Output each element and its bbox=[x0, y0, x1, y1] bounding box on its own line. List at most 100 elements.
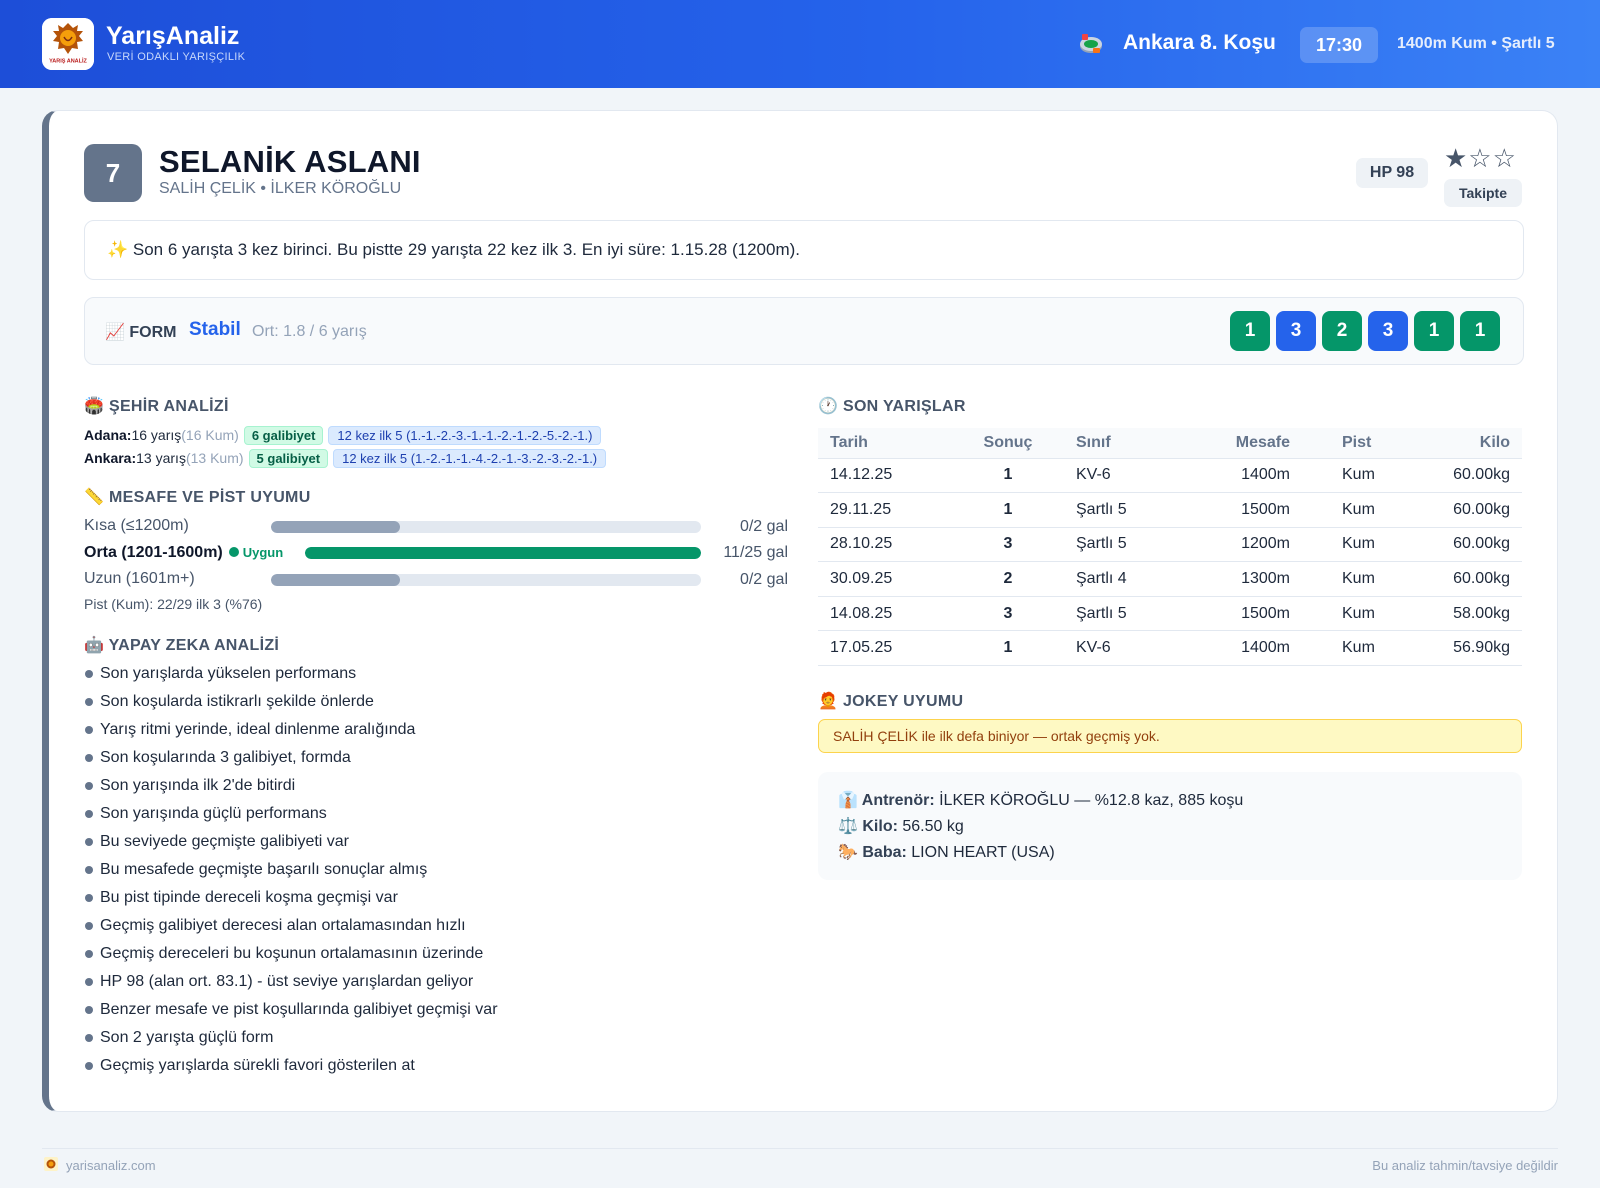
table-row[interactable]: 28.10.25 3 Şartlı 5 1200m Kum 60.00kg bbox=[818, 527, 1522, 563]
form-result-pill: 2 bbox=[1322, 311, 1362, 351]
race-weight-cell: 60.00kg bbox=[1406, 527, 1522, 563]
lion-small-icon bbox=[44, 1157, 58, 1171]
race-pist-cell: Kum bbox=[1306, 630, 1406, 667]
brand-logo[interactable]: YARIŞ ANALİZ bbox=[42, 18, 94, 70]
race-weight-cell: 60.00kg bbox=[1406, 561, 1522, 597]
city-top5-tag: 12 kez ilk 5 (1.-1.-2.-3.-1.-1.-2.-1.-2.… bbox=[328, 425, 602, 445]
form-panel: 📈 FORM Stabil Ort: 1.8 / 6 yarış 132311 bbox=[84, 297, 1524, 365]
ai-analysis-item: Bu pist tipinde dereceli koşma geçmişi v… bbox=[84, 888, 498, 916]
ai-analysis-item: Son koşularında 3 galibiyet, formda bbox=[84, 748, 498, 776]
table-row[interactable]: 30.09.25 2 Şartlı 4 1300m Kum 60.00kg bbox=[818, 561, 1522, 597]
race-date-cell: 17.05.25 bbox=[818, 630, 958, 667]
race-date-cell: 14.12.25 bbox=[818, 458, 958, 494]
race-date-cell: 29.11.25 bbox=[818, 492, 958, 528]
horse-summary: ✨ Son 6 yarışta 3 kez birinci. Bu pistte… bbox=[84, 220, 1524, 280]
footer-divider bbox=[42, 1148, 1558, 1149]
table-row[interactable]: 14.08.25 3 Şartlı 5 1500m Kum 58.00kg bbox=[818, 596, 1522, 632]
race-weight-cell: 60.00kg bbox=[1406, 492, 1522, 528]
footer-site-link[interactable]: yarisanaliz.com bbox=[66, 1158, 156, 1173]
col-weight[interactable]: Kilo bbox=[1406, 428, 1522, 459]
city-row: Ankara: 13 yarış (13 Kum) 5 galibiyet 12… bbox=[84, 447, 607, 469]
race-class-cell: Şartlı 4 bbox=[1058, 561, 1188, 597]
race-result-cell: 1 bbox=[958, 458, 1058, 494]
race-distance-cell: 1200m bbox=[1188, 527, 1306, 563]
rating-stars[interactable]: ★☆☆ bbox=[1444, 143, 1517, 173]
weight-label: ⚖️ Kilo: bbox=[838, 818, 898, 835]
brand-subtitle: VERİ ODAKLI YARIŞÇILIK bbox=[107, 51, 246, 63]
distance-bar-mid bbox=[305, 547, 701, 559]
race-weight-cell: 56.90kg bbox=[1406, 630, 1522, 667]
col-date[interactable]: Tarih bbox=[818, 428, 958, 459]
weight-line: ⚖️ Kilo: 56.50 kg bbox=[838, 816, 964, 836]
brand-title[interactable]: YarışAnaliz bbox=[106, 22, 239, 51]
distance-bar-short bbox=[271, 521, 701, 533]
follow-button[interactable]: Takipte bbox=[1444, 179, 1522, 207]
distance-label-text: Orta (1201-1600m) bbox=[84, 544, 223, 561]
trainer-value: İLKER KÖROĞLU — %12.8 kaz, 885 koşu bbox=[934, 792, 1244, 809]
ai-analysis-item: Bu seviyede geçmişte galibiyeti var bbox=[84, 832, 498, 860]
city-wins-tag: 6 galibiyet bbox=[243, 425, 324, 445]
city-races: 16 yarış bbox=[131, 427, 182, 443]
race-result-cell: 1 bbox=[958, 492, 1058, 528]
col-class[interactable]: Sınıf bbox=[1058, 428, 1188, 459]
ai-analysis-item: Geçmiş galibiyet derecesi alan ortalamas… bbox=[84, 916, 498, 944]
race-distance-cell: 1300m bbox=[1188, 561, 1306, 597]
jockey-fit-title: 🧑‍🦰 JOKEY UYUMU bbox=[818, 693, 964, 710]
city-name: Adana: bbox=[84, 427, 132, 443]
ai-analysis-item: Benzer mesafe ve pist koşullarında galib… bbox=[84, 1000, 498, 1028]
race-date-cell: 14.08.25 bbox=[818, 596, 958, 632]
city-name: Ankara: bbox=[84, 450, 137, 466]
city-surface: (13 Kum) bbox=[185, 450, 244, 466]
city-races: 13 yarış bbox=[136, 450, 186, 466]
weight-value: 56.50 kg bbox=[897, 818, 964, 835]
jockey-note: SALİH ÇELİK ile ilk defa biniyor — ortak… bbox=[818, 719, 1522, 753]
ai-analysis-item: Bu mesafede geçmişte başarılı sonuçlar a… bbox=[84, 860, 498, 888]
hp-badge: HP 98 bbox=[1356, 158, 1428, 188]
race-result-cell: 3 bbox=[958, 527, 1058, 563]
race-date-cell: 28.10.25 bbox=[818, 527, 958, 563]
col-distance[interactable]: Mesafe bbox=[1188, 428, 1306, 459]
race-class-cell: Şartlı 5 bbox=[1058, 527, 1188, 563]
race-title: Ankara 8. Koşu bbox=[1123, 31, 1276, 54]
city-row: Adana: 16 yarış (16 Kum) 6 galibiyet 12 … bbox=[84, 424, 602, 446]
form-average: Ort: 1.8 / 6 yarış bbox=[252, 323, 367, 340]
form-result-pill: 3 bbox=[1276, 311, 1316, 351]
city-top5-tag: 12 kez ilk 5 (1.-2.-1.-1.-4.-2.-1.-3.-2.… bbox=[333, 448, 607, 468]
col-pist[interactable]: Pist bbox=[1306, 428, 1406, 459]
lion-logo-icon: YARIŞ ANALİZ bbox=[42, 18, 94, 70]
ai-analysis-item: Geçmiş yarışlarda sürekli favori gösteri… bbox=[84, 1056, 498, 1084]
distance-title: 📏 MESAFE VE PİST UYUMU bbox=[84, 489, 311, 506]
ai-analysis-item: Son yarışlarda yükselen performans bbox=[84, 664, 498, 692]
race-pist-cell: Kum bbox=[1306, 527, 1406, 563]
race-result-cell: 3 bbox=[958, 596, 1058, 632]
race-pist-cell: Kum bbox=[1306, 561, 1406, 597]
ai-analysis-item: Son 2 yarışta güçlü form bbox=[84, 1028, 498, 1056]
table-row[interactable]: 17.05.25 1 KV-6 1400m Kum 56.90kg bbox=[818, 630, 1522, 667]
form-result-pill: 3 bbox=[1368, 311, 1408, 351]
ai-analysis-item: HP 98 (alan ort. 83.1) - üst seviye yarı… bbox=[84, 972, 498, 1000]
race-weight-cell: 58.00kg bbox=[1406, 596, 1522, 632]
table-row[interactable]: 29.11.25 1 Şartlı 5 1500m Kum 60.00kg bbox=[818, 492, 1522, 528]
trainer-label: 👔 Antrenör: bbox=[838, 792, 935, 809]
race-info: 1400m Kum • Şartlı 5 bbox=[1397, 35, 1555, 52]
ai-analysis-item: Son yarışında ilk 2'de bitirdi bbox=[84, 776, 498, 804]
city-analysis-title: 🏟️ ŞEHİR ANALİZİ bbox=[84, 398, 229, 415]
race-class-cell: KV-6 bbox=[1058, 630, 1188, 667]
sire-value: LION HEART (USA) bbox=[906, 844, 1055, 861]
distance-bar-fill bbox=[271, 521, 400, 533]
form-result-pill: 1 bbox=[1414, 311, 1454, 351]
ok-dot-icon bbox=[228, 547, 239, 557]
race-time-badge: 17:30 bbox=[1300, 27, 1378, 63]
col-result[interactable]: Sonuç bbox=[958, 428, 1058, 459]
distance-value-long: 0/2 gal bbox=[739, 571, 788, 588]
city-surface: (16 Kum) bbox=[181, 427, 239, 443]
race-class-cell: KV-6 bbox=[1058, 458, 1188, 494]
horse-number-badge: 7 bbox=[84, 144, 142, 202]
race-class-cell: Şartlı 5 bbox=[1058, 492, 1188, 528]
distance-value-short: 0/2 gal bbox=[739, 518, 788, 535]
table-row[interactable]: 14.12.25 1 KV-6 1400m Kum 60.00kg bbox=[818, 458, 1522, 494]
pist-summary: Pist (Kum): 22/29 ilk 3 (%76) bbox=[84, 596, 263, 612]
suitable-tag: Uygun bbox=[242, 545, 284, 560]
distance-value-mid: 11/25 gal bbox=[723, 544, 788, 561]
footer-disclaimer: Bu analiz tahmin/tavsiye değildir bbox=[1372, 1158, 1558, 1173]
